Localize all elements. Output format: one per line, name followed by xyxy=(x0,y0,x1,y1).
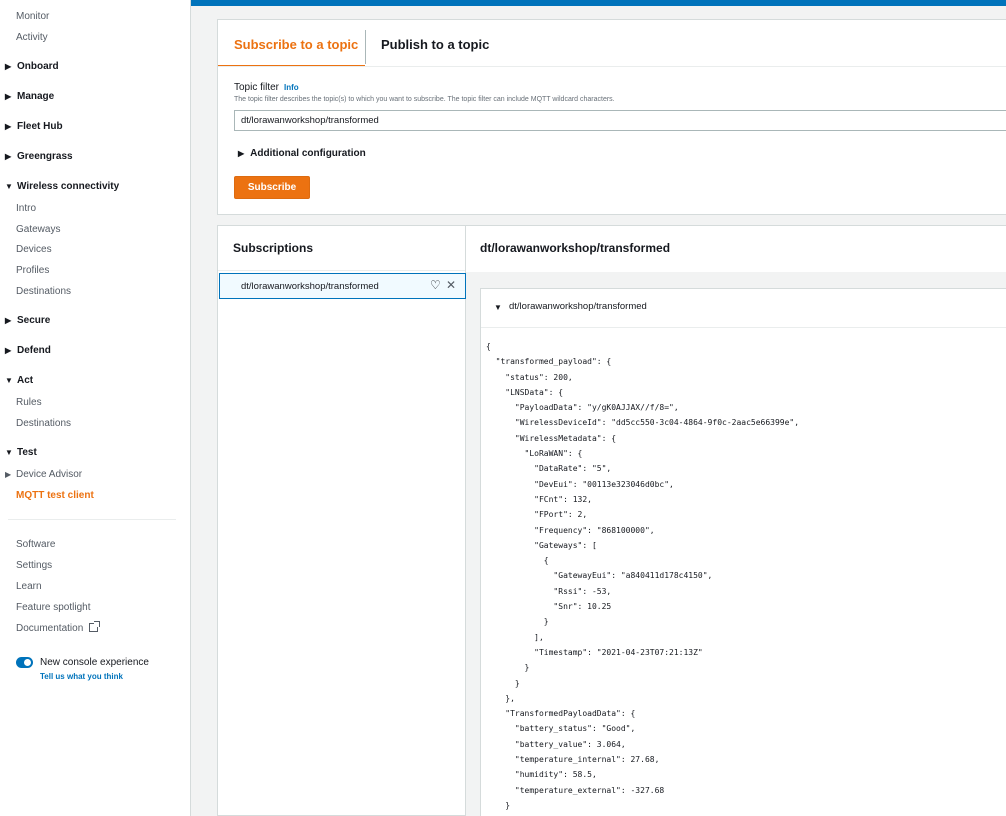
sidebar-item-label: Documentation xyxy=(16,623,84,634)
additional-configuration-label: Additional configuration xyxy=(250,148,366,159)
sidebar-section-label: Greengrass xyxy=(17,151,73,162)
messages-panel: dt/lorawanworkshop/transformed ▼ dt/lora… xyxy=(466,225,1006,816)
sidebar-section-label: Defend xyxy=(17,345,51,356)
message-payload: { "transformed_payload": { "status": 200… xyxy=(486,342,800,810)
sidebar-item-learn[interactable]: Learn xyxy=(16,581,42,592)
sidebar-item-activity[interactable]: Activity xyxy=(16,32,48,43)
sidebar-section-label: Fleet Hub xyxy=(17,121,63,132)
subscribe-button[interactable]: Subscribe xyxy=(234,176,310,199)
close-icon[interactable]: ✕ xyxy=(446,278,456,292)
sidebar-section-manage[interactable]: ▶ Manage xyxy=(5,91,54,102)
topic-filter-input[interactable] xyxy=(234,110,1006,131)
sidebar-section-wireless[interactable]: ▼ Wireless connectivity xyxy=(5,181,119,192)
external-link-icon xyxy=(89,621,101,632)
sidebar-item-profiles[interactable]: Profiles xyxy=(16,265,49,276)
sidebar-section-defend[interactable]: ▶ Defend xyxy=(5,345,51,356)
sidebar-item-device-advisor[interactable]: ▶ Device Advisor xyxy=(5,469,82,480)
caret-right-icon: ▶ xyxy=(5,122,12,131)
sidebar-section-fleet-hub[interactable]: ▶ Fleet Hub xyxy=(5,121,63,132)
message-card-header[interactable]: ▼ dt/lorawanworkshop/transformed xyxy=(481,289,1006,328)
feedback-link[interactable]: Tell us what you think xyxy=(40,672,123,681)
subscriptions-title: Subscriptions xyxy=(233,241,314,255)
subscribe-panel: Subscribe to a topic Publish to a topic … xyxy=(217,19,1006,215)
tab-divider xyxy=(218,66,1006,67)
sidebar-item-gateways[interactable]: Gateways xyxy=(16,224,60,235)
additional-configuration-toggle[interactable]: ▶ Additional configuration xyxy=(238,148,366,159)
subscriptions-panel: Subscriptions dt/lorawanworkshop/transfo… xyxy=(217,225,466,816)
sidebar-section-secure[interactable]: ▶ Secure xyxy=(5,315,50,326)
sidebar-section-label: Test xyxy=(17,447,37,458)
caret-right-icon: ▶ xyxy=(5,62,12,71)
messages-topic-header: dt/lorawanworkshop/transformed xyxy=(480,241,671,255)
caret-down-icon: ▼ xyxy=(5,448,13,457)
new-console-toggle[interactable] xyxy=(16,657,33,668)
sidebar-item-destinations[interactable]: Destinations xyxy=(16,286,71,297)
subscription-item[interactable]: dt/lorawanworkshop/transformed ♡ ✕ xyxy=(219,273,466,299)
sidebar-item-settings[interactable]: Settings xyxy=(16,560,52,571)
sidebar-section-test[interactable]: ▼ Test xyxy=(5,447,37,458)
message-topic: dt/lorawanworkshop/transformed xyxy=(509,301,647,312)
sidebar-section-label: Manage xyxy=(17,91,55,102)
topic-filter-label-text: Topic filter xyxy=(234,82,280,93)
sidebar-item-software[interactable]: Software xyxy=(16,539,55,550)
caret-down-icon: ▼ xyxy=(5,182,13,191)
sidebar: Monitor Activity ▶ Onboard ▶ Manage ▶ Fleet… xyxy=(0,0,191,816)
new-console-label: New console experience xyxy=(40,657,149,668)
sidebar-item-mqtt-test-client[interactable]: MQTT test client xyxy=(16,490,94,501)
sidebar-divider xyxy=(8,519,176,520)
topic-filter-description: The topic filter describes the topic(s) … xyxy=(234,96,615,103)
sidebar-section-act[interactable]: ▼ Act xyxy=(5,375,33,386)
caret-down-icon: ▼ xyxy=(494,303,502,312)
favorite-icon[interactable]: ♡ xyxy=(430,278,441,292)
tab-subscribe[interactable]: Subscribe to a topic xyxy=(234,37,358,52)
tab-publish[interactable]: Publish to a topic xyxy=(381,37,489,52)
caret-right-icon: ▶ xyxy=(5,152,12,161)
sidebar-item-monitor[interactable]: Monitor xyxy=(16,11,49,22)
sidebar-item-feature-spotlight[interactable]: Feature spotlight xyxy=(16,602,91,613)
caret-down-icon: ▼ xyxy=(5,376,13,385)
sidebar-item-act-destinations[interactable]: Destinations xyxy=(16,418,71,429)
info-link[interactable]: Info xyxy=(284,83,299,92)
message-card: ▼ dt/lorawanworkshop/transformed { "tran… xyxy=(480,288,1006,816)
topic-filter-label: Topic filter Info xyxy=(234,82,299,93)
caret-right-icon: ▶ xyxy=(5,92,12,101)
caret-right-icon: ▶ xyxy=(5,470,12,479)
subscriptions-divider xyxy=(218,270,465,271)
sidebar-item-label: Device Advisor xyxy=(16,469,83,480)
subscription-topic: dt/lorawanworkshop/transformed xyxy=(241,281,379,292)
sidebar-item-devices[interactable]: Devices xyxy=(16,244,52,255)
sidebar-section-label: Secure xyxy=(17,315,51,326)
caret-right-icon: ▶ xyxy=(238,149,245,158)
tab-separator xyxy=(365,30,366,64)
sidebar-item-documentation[interactable]: Documentation xyxy=(16,621,101,634)
sidebar-item-intro[interactable]: Intro xyxy=(16,203,36,214)
caret-right-icon: ▶ xyxy=(5,346,12,355)
sidebar-section-onboard[interactable]: ▶ Onboard xyxy=(5,61,59,72)
sidebar-item-rules[interactable]: Rules xyxy=(16,397,42,408)
sidebar-section-label: Wireless connectivity xyxy=(17,181,120,192)
sidebar-section-label: Onboard xyxy=(17,61,59,72)
sidebar-section-greengrass[interactable]: ▶ Greengrass xyxy=(5,151,73,162)
top-accent-bar xyxy=(191,0,1006,6)
sidebar-section-label: Act xyxy=(17,375,34,386)
caret-right-icon: ▶ xyxy=(5,316,12,325)
